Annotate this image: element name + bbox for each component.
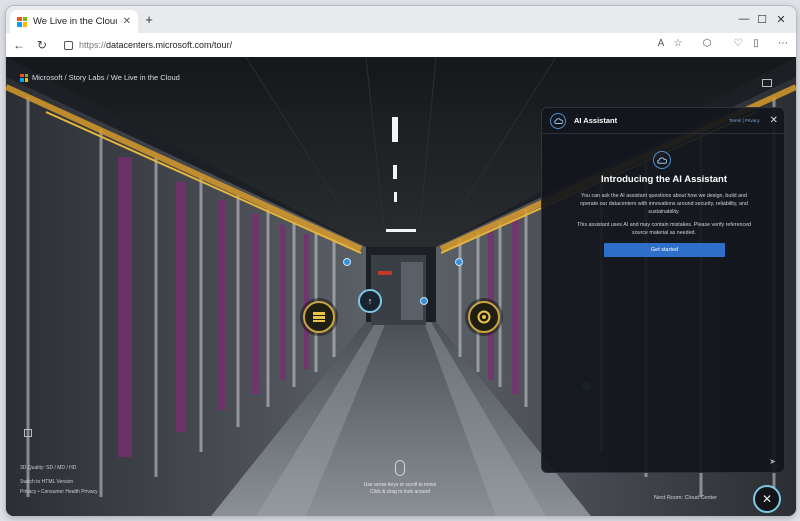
get-started-button[interactable]: Get started: [604, 243, 725, 257]
ai-terms-privacy-links[interactable]: Terms | Privacy: [729, 118, 760, 123]
lock-icon: [64, 40, 73, 50]
browser-toolbar: ← ↻ https://datacenters.microsoft.com/to…: [6, 33, 796, 57]
move-forward-icon[interactable]: ↑: [358, 289, 382, 313]
ai-assistant-panel: AI Assistant Terms | Privacy ✕ Introduci…: [541, 107, 786, 473]
share-icon[interactable]: [24, 429, 32, 437]
maximize-icon[interactable]: ☐: [754, 13, 770, 26]
browser-window: We Live in the Cloud | Mi ✕ + — ☐ ✕ ← ↻ …: [6, 6, 796, 516]
info-dot-icon[interactable]: [455, 258, 463, 266]
arrow-up-icon: ↑: [367, 296, 373, 306]
hint-line-2: Click & drag to look around: [369, 489, 431, 495]
favorite-star-icon[interactable]: ☆: [671, 38, 685, 49]
info-dot-icon[interactable]: [420, 297, 428, 305]
breadcrumb-text[interactable]: Microsoft / Story Labs / We Live in the …: [32, 73, 180, 82]
html-version-link[interactable]: Switch to HTML Version: [20, 479, 73, 485]
server-hotspot-icon[interactable]: [303, 301, 335, 333]
hint-line-1: Use arrow keys or scroll to move: [363, 482, 437, 488]
browser-tab[interactable]: We Live in the Cloud | Mi ✕: [10, 10, 138, 33]
site-breadcrumb: Microsoft / Story Labs / We Live in the …: [20, 73, 180, 82]
close-icon: ✕: [761, 492, 773, 506]
tab-bar: We Live in the Cloud | Mi ✕ + — ☐ ✕: [6, 6, 796, 33]
url-path: datacenters.microsoft.com/tour/: [106, 40, 233, 50]
page-viewport[interactable]: Microsoft / Story Labs / We Live in the …: [6, 57, 796, 516]
tab-close-icon[interactable]: ✕: [123, 16, 131, 27]
address-bar[interactable]: https://datacenters.microsoft.com/tour/: [58, 36, 688, 54]
navigation-hint: Use arrow keys or scroll to move Click &…: [356, 482, 444, 496]
back-icon[interactable]: ←: [11, 37, 27, 53]
browser-essentials-icon[interactable]: ♡: [731, 38, 745, 49]
info-dot-icon[interactable]: [343, 258, 351, 266]
refresh-icon[interactable]: ↻: [34, 37, 50, 53]
next-room-label[interactable]: Next Room: Cloud Center: [654, 495, 717, 501]
close-tour-button[interactable]: ✕: [753, 485, 781, 513]
send-icon[interactable]: ➤: [769, 457, 776, 466]
more-options-icon[interactable]: ⋯: [776, 38, 790, 49]
url-text: https://datacenters.microsoft.com/tour/: [79, 40, 232, 50]
ai-cloud-icon: [550, 112, 566, 129]
quality-selector[interactable]: 3D Quality: SD / MD / HD: [20, 465, 76, 471]
sustainability-hotspot-icon[interactable]: [468, 301, 500, 333]
tab-title: We Live in the Cloud | Mi: [33, 16, 117, 27]
map-icon[interactable]: [762, 79, 772, 87]
ai-panel-header: AI Assistant Terms | Privacy ✕: [542, 108, 786, 134]
ai-disclaimer-text: This assistant uses AI and may contain m…: [577, 222, 751, 236]
window-close-icon[interactable]: ✕: [773, 13, 789, 26]
microsoft-logo-icon: [20, 73, 28, 82]
new-tab-button[interactable]: +: [140, 12, 158, 28]
cloud-swirl-icon: [477, 310, 491, 324]
privacy-links[interactable]: Privacy • Consumer Health Privacy: [20, 489, 98, 495]
ai-intro-text: You can ask the AI assistant questions a…: [580, 193, 748, 215]
ai-cloud-icon: [653, 151, 671, 169]
url-protocol: https://: [79, 40, 107, 50]
extensions-icon[interactable]: ⬡: [700, 38, 714, 49]
read-aloud-icon[interactable]: A: [654, 38, 668, 49]
ai-intro-heading: Introducing the AI Assistant: [601, 174, 727, 185]
mouse-icon: [395, 460, 405, 476]
minimize-icon[interactable]: —: [736, 13, 752, 25]
ai-panel-title: AI Assistant: [574, 116, 618, 125]
split-screen-icon[interactable]: ▯: [749, 38, 763, 49]
ai-panel-close-icon[interactable]: ✕: [770, 115, 778, 126]
microsoft-favicon-icon: [17, 16, 27, 27]
server-stack-icon: [313, 312, 325, 322]
